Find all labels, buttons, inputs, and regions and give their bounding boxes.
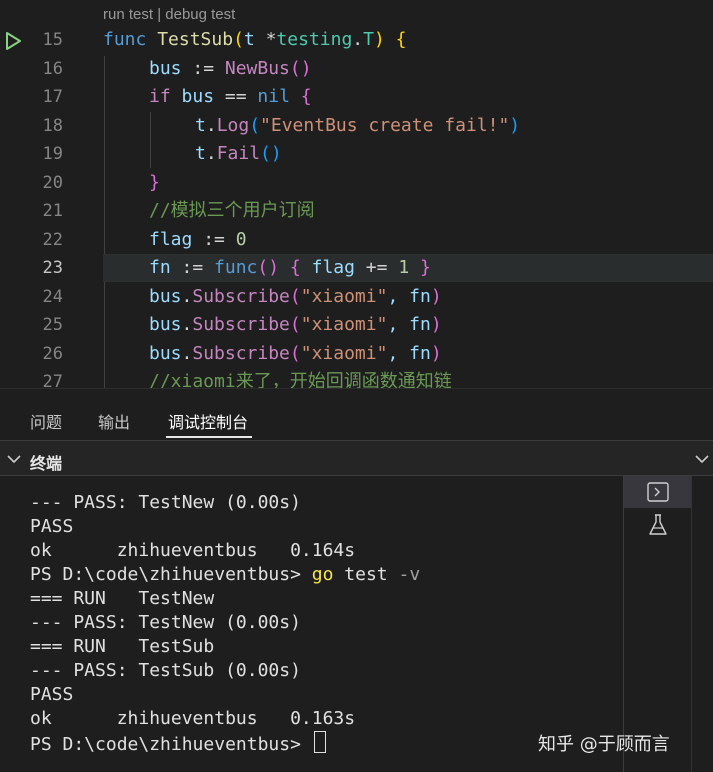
code-text: bus := NewBus() [149, 58, 312, 79]
panel-tab-bar: 问题 输出 调试控制台 [0, 388, 713, 441]
terminal-instance-item[interactable] [624, 476, 692, 508]
line-number: 26 [42, 344, 63, 364]
command-flag: -v [398, 564, 421, 585]
code-line[interactable]: 24 bus.Subscribe("xiaomi", fn) [0, 283, 713, 311]
terminal-line: --- PASS: TestSub (0.00s) [30, 660, 301, 681]
line-number: 20 [42, 173, 63, 193]
flask-icon [648, 514, 668, 540]
line-number: 15 [42, 30, 63, 50]
terminal-prompt: PS D:\code\zhihueventbus> [30, 564, 312, 585]
tab-output[interactable]: 输出 [98, 409, 130, 433]
code-text: bus.Subscribe("xiaomi", fn) [149, 314, 442, 335]
tab-problems[interactable]: 问题 [30, 409, 62, 433]
tab-debug-console[interactable]: 调试控制台 [168, 409, 248, 433]
code-line[interactable]: 17 if bus == nil { [0, 83, 713, 111]
terminal-line: PASS [30, 684, 74, 705]
code-text: fn := func() { flag += 1 } [149, 257, 431, 278]
terminal-prompt: PS D:\code\zhihueventbus> [30, 734, 312, 755]
terminal-section-title: 终端 [30, 456, 63, 473]
terminal-line: ok zhihueventbus 0.163s [30, 708, 356, 729]
terminal-prompt-line[interactable]: PS D:\code\zhihueventbus> [30, 731, 326, 757]
line-number: 25 [42, 315, 63, 335]
code-text: bus.Subscribe("xiaomi", fn) [149, 286, 442, 307]
line-number: 17 [42, 87, 63, 107]
terminal-output[interactable]: --- PASS: TestNew (0.00s) PASS ok zhihue… [0, 476, 690, 772]
code-editor[interactable]: run test | debug test 15 func TestSub(t … [0, 0, 713, 388]
code-line[interactable]: 27 //xiaomi来了，开始回调函数通知链 [0, 368, 713, 388]
panel-scrollbar[interactable] [691, 476, 713, 772]
line-number: 16 [42, 59, 63, 79]
code-text: t.Log("EventBus create fail!") [195, 115, 521, 136]
code-line[interactable]: 25 bus.Subscribe("xiaomi", fn) [0, 311, 713, 339]
line-number: 27 [42, 372, 63, 388]
code-line[interactable]: 26 bus.Subscribe("xiaomi", fn) [0, 340, 713, 368]
code-line[interactable]: 15 func TestSub(t *testing.T) { [0, 26, 713, 54]
code-line[interactable]: 18 t.Log("EventBus create fail!") [0, 112, 713, 140]
terminal-tabs-list [623, 476, 692, 772]
line-number: 19 [42, 144, 63, 164]
command-test: test [333, 564, 399, 585]
code-line[interactable]: 19 t.Fail() [0, 140, 713, 168]
line-number: 24 [42, 287, 63, 307]
code-line[interactable]: 20 } [0, 169, 713, 197]
terminal-line: --- PASS: TestNew (0.00s) [30, 492, 301, 513]
chevron-down-icon[interactable] [6, 451, 22, 470]
line-number: 18 [42, 116, 63, 136]
code-line[interactable]: 16 bus := NewBus() [0, 55, 713, 83]
terminal-line: === RUN TestNew [30, 588, 215, 609]
terminal-prompt-line: PS D:\code\zhihueventbus> go test -v [30, 563, 420, 587]
chevron-down-icon[interactable] [694, 451, 710, 470]
terminal-section-header[interactable]: 终端 [0, 440, 713, 476]
command-go: go [311, 564, 334, 585]
terminal-icon [647, 482, 669, 506]
terminal-line: PASS [30, 516, 74, 537]
code-line-current[interactable]: 23 fn := func() { flag += 1 } [0, 254, 713, 282]
code-comment: //xiaomi来了，开始回调函数通知链 [149, 371, 452, 388]
codelens-run-debug[interactable]: run test | debug test [103, 6, 235, 23]
code-text: flag := 0 [149, 229, 247, 250]
line-number: 21 [42, 201, 63, 221]
code-line[interactable]: 22 flag := 0 [0, 226, 713, 254]
code-text: t.Fail() [195, 143, 282, 164]
watermark-text: 知乎 @于顾而言 [538, 734, 670, 755]
line-number: 22 [42, 230, 63, 250]
line-number: 23 [42, 258, 63, 278]
code-line[interactable]: 21 //模拟三个用户订阅 [0, 197, 713, 225]
code-comment: //模拟三个用户订阅 [149, 200, 315, 221]
terminal-cursor [313, 731, 326, 753]
code-text: if bus == nil { [149, 86, 312, 107]
test-task-item[interactable] [624, 510, 692, 542]
terminal-line: --- PASS: TestNew (0.00s) [30, 612, 301, 633]
active-tab-indicator [166, 436, 252, 438]
code-text: func TestSub(t *testing.T) { [103, 29, 407, 50]
terminal-line: ok zhihueventbus 0.164s [30, 540, 356, 561]
code-text: bus.Subscribe("xiaomi", fn) [149, 343, 442, 364]
code-text: } [149, 172, 160, 193]
terminal-line: === RUN TestSub [30, 636, 215, 657]
